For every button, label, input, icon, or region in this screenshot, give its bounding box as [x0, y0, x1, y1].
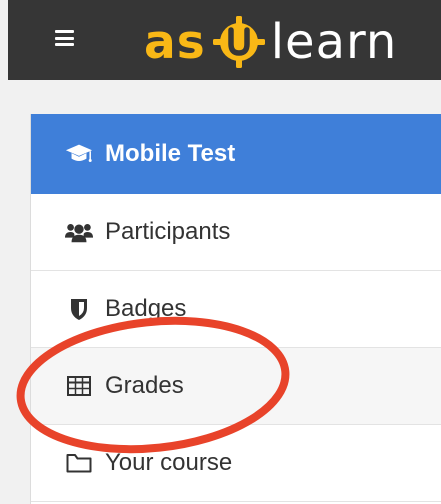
sidebar-item-mobile-test[interactable]: Mobile Test [31, 114, 441, 194]
shield-icon [65, 297, 93, 321]
hamburger-menu-icon[interactable] [55, 30, 74, 46]
site-logo[interactable]: as learn [144, 10, 397, 74]
sidebar-item-badges[interactable]: Badges [31, 271, 441, 348]
page: as learn Mobile Test Participants Badges… [0, 0, 441, 504]
top-navbar: as learn [8, 0, 441, 80]
sidebar-item-label: Your course [105, 449, 233, 476]
graduation-cap-icon [65, 142, 93, 166]
u-logo-icon [212, 16, 265, 68]
sidebar-item-label: Grades [105, 372, 184, 399]
sidebar-item-your-course[interactable]: Your course [31, 425, 441, 502]
sidebar-item-participants[interactable]: Participants [31, 194, 441, 271]
users-icon [65, 220, 93, 244]
table-icon [65, 374, 93, 398]
sidebar-item-label: Participants [105, 218, 231, 245]
logo-text-learn: learn [270, 14, 398, 70]
sidebar-item-grades[interactable]: Grades [31, 348, 441, 425]
sidebar-item-label: Mobile Test [105, 139, 236, 167]
logo-text-as: as [144, 14, 206, 70]
course-nav-drawer: Mobile Test Participants Badges Grades Y… [30, 114, 441, 504]
folder-icon [65, 451, 93, 475]
sidebar-item-label: Badges [105, 295, 187, 322]
